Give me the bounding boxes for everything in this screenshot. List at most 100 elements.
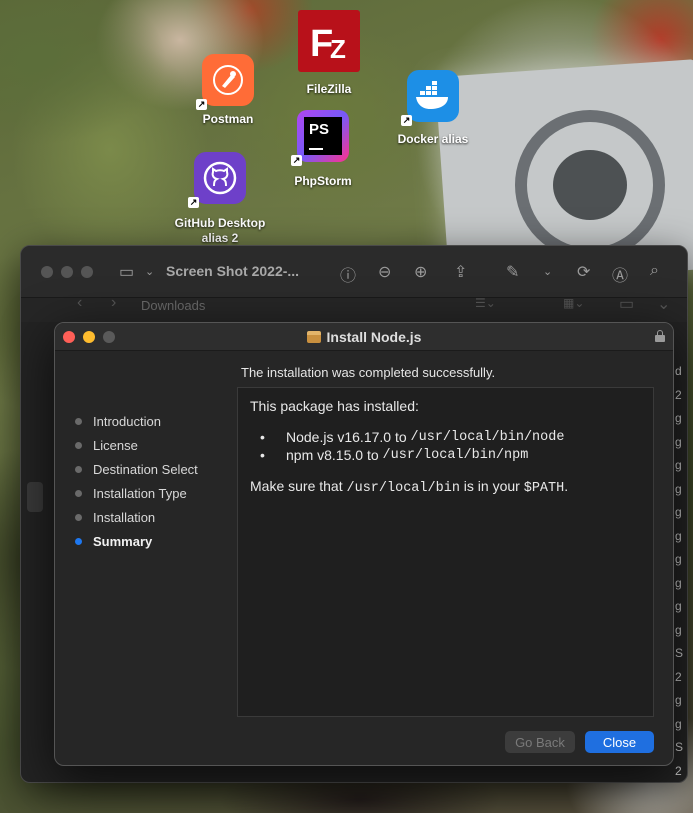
desktop-icon-phpstorm[interactable]: PS ↗ PhpStorm <box>288 110 358 188</box>
alias-arrow-icon: ↗ <box>196 99 207 110</box>
zoom-in-icon[interactable]: ⊕ <box>414 262 427 282</box>
item-path: /usr/local/bin/npm <box>382 447 529 463</box>
folder-icon[interactable]: ▭ <box>619 294 634 314</box>
search-icon[interactable]: ⌕ <box>650 262 659 280</box>
markup-icon[interactable]: Ⓐ <box>612 262 628 286</box>
sidebar-toggle-icon[interactable]: ▭ <box>119 262 134 282</box>
alias-arrow-icon: ↗ <box>291 155 302 166</box>
chevron-down-icon[interactable]: ⌄ <box>543 265 552 278</box>
preview-document-title: Screen Shot 2022-... <box>166 263 300 279</box>
installer-titlebar: Install Node.js <box>55 323 673 351</box>
more-icon[interactable]: ⌄ <box>657 294 670 314</box>
back-arrow-icon[interactable]: ‹ <box>77 294 82 312</box>
desktop-icon-label: Postman <box>202 112 254 126</box>
window-title: Install Node.js <box>55 329 673 345</box>
list-item: g <box>675 716 682 731</box>
background-sign-emblem-center <box>553 150 627 220</box>
step-destination-select: Destination Select <box>75 457 198 481</box>
list-item: • Node.js v16.17.0 to /usr/local/bin/nod… <box>260 428 564 446</box>
summary-heading: This package has installed: <box>250 398 419 414</box>
list-item: g <box>675 505 682 519</box>
markup-pen-icon[interactable]: ✎ <box>506 262 519 282</box>
desktop-icon-label: PhpStorm <box>294 174 352 188</box>
summary-content: This package has installed: • Node.js v1… <box>237 387 654 717</box>
desktop-icon-filezilla[interactable]: F Z FileZilla <box>293 10 365 96</box>
info-icon[interactable]: ⓘ <box>340 262 356 286</box>
step-bullet <box>75 417 82 425</box>
minimize-window-button[interactable] <box>61 265 73 278</box>
list-item: 2 <box>675 763 682 778</box>
desktop-icon-label: GitHub Desktop alias 2 <box>174 216 266 245</box>
desktop-icon-docker[interactable]: ↗ Docker alias <box>393 70 473 146</box>
close-button[interactable]: Close <box>585 731 654 753</box>
bullet: • <box>260 447 265 463</box>
list-item: g <box>675 411 682 425</box>
postman-icon: ↗ <box>196 54 254 110</box>
desktop-icon-label: Docker alias <box>397 132 469 146</box>
installer-window[interactable]: Install Node.js The installation was com… <box>54 322 674 766</box>
forward-arrow-icon[interactable]: › <box>111 294 116 312</box>
share-icon[interactable]: ⇪ <box>454 262 467 282</box>
list-item: g <box>675 528 682 543</box>
step-installation-type: Installation Type <box>75 481 198 505</box>
list-item: 2 <box>675 387 682 402</box>
window-controls <box>41 265 93 278</box>
zoom-out-icon[interactable]: ⊖ <box>378 262 391 282</box>
github-desktop-icon: ↗ <box>188 152 246 208</box>
step-summary: Summary <box>75 529 198 553</box>
desktop-icon-postman[interactable]: ↗ Postman <box>190 54 266 126</box>
list-item: g <box>675 434 682 449</box>
list-item: g <box>675 552 682 566</box>
note-text: is in your <box>459 478 524 494</box>
window-title-text: Install Node.js <box>326 329 422 345</box>
installation-status: The installation was completed successfu… <box>241 365 496 380</box>
list-item: • npm v8.15.0 to /usr/local/bin/npm <box>260 446 564 464</box>
go-back-button[interactable]: Go Back <box>505 731 575 753</box>
step-bullet-active <box>75 537 82 545</box>
note-text: Make sure that <box>250 478 347 494</box>
rotate-icon[interactable]: ⟳ <box>577 262 590 282</box>
filezilla-icon: F Z <box>298 10 360 72</box>
desktop-icon-github-desktop[interactable]: ↗ GitHub Desktop alias 2 <box>168 152 272 246</box>
note-path: /usr/local/bin <box>346 481 460 496</box>
step-bullet <box>75 441 82 449</box>
docker-icon: ↗ <box>401 70 459 126</box>
step-label: Installation <box>93 509 156 525</box>
step-label: Introduction <box>93 413 161 429</box>
package-icon <box>306 331 321 343</box>
lock-icon[interactable] <box>655 330 665 342</box>
list-item: d <box>675 364 682 378</box>
installer-steps: Introduction License Destination Select … <box>75 409 198 553</box>
step-license: License <box>75 433 198 457</box>
desktop-icon-label: FileZilla <box>306 82 352 96</box>
item-path: /usr/local/bin/node <box>410 429 565 445</box>
chevron-down-icon[interactable]: ⌄ <box>145 265 154 278</box>
alias-arrow-icon: ↗ <box>401 115 412 126</box>
list-view-icon[interactable]: ☰⌄ <box>475 296 496 310</box>
phpstorm-icon: PS ↗ <box>291 110 349 166</box>
list-item: g <box>675 622 682 637</box>
close-window-button[interactable] <box>41 265 53 278</box>
grid-view-icon[interactable]: ▦⌄ <box>563 296 584 310</box>
path-note: Make sure that /usr/local/bin is in your… <box>250 478 568 496</box>
list-item: g <box>675 458 682 472</box>
svg-text:Z: Z <box>330 34 346 64</box>
list-item: S <box>675 646 684 660</box>
list-item: 2 <box>675 669 682 684</box>
item-text: Node.js v16.17.0 to <box>286 429 411 445</box>
step-label: Summary <box>93 533 153 549</box>
zoom-window-button[interactable] <box>81 265 93 278</box>
step-bullet <box>75 489 82 497</box>
list-item: g <box>675 481 682 496</box>
scroll-handle[interactable] <box>27 482 43 512</box>
list-item: S <box>675 740 684 754</box>
step-introduction: Introduction <box>75 409 198 433</box>
bullet: • <box>260 429 265 445</box>
finder-toolbar-behind: ‹ › Downloads ☰⌄ ▦⌄ ▭ ⌄ <box>21 294 687 322</box>
item-text: npm v8.15.0 to <box>286 447 383 463</box>
step-label: Installation Type <box>93 485 187 501</box>
list-item: g <box>675 599 682 613</box>
breadcrumb: Downloads <box>141 298 206 313</box>
alias-arrow-icon: ↗ <box>188 197 199 208</box>
installed-items-list: • Node.js v16.17.0 to /usr/local/bin/nod… <box>260 428 564 464</box>
